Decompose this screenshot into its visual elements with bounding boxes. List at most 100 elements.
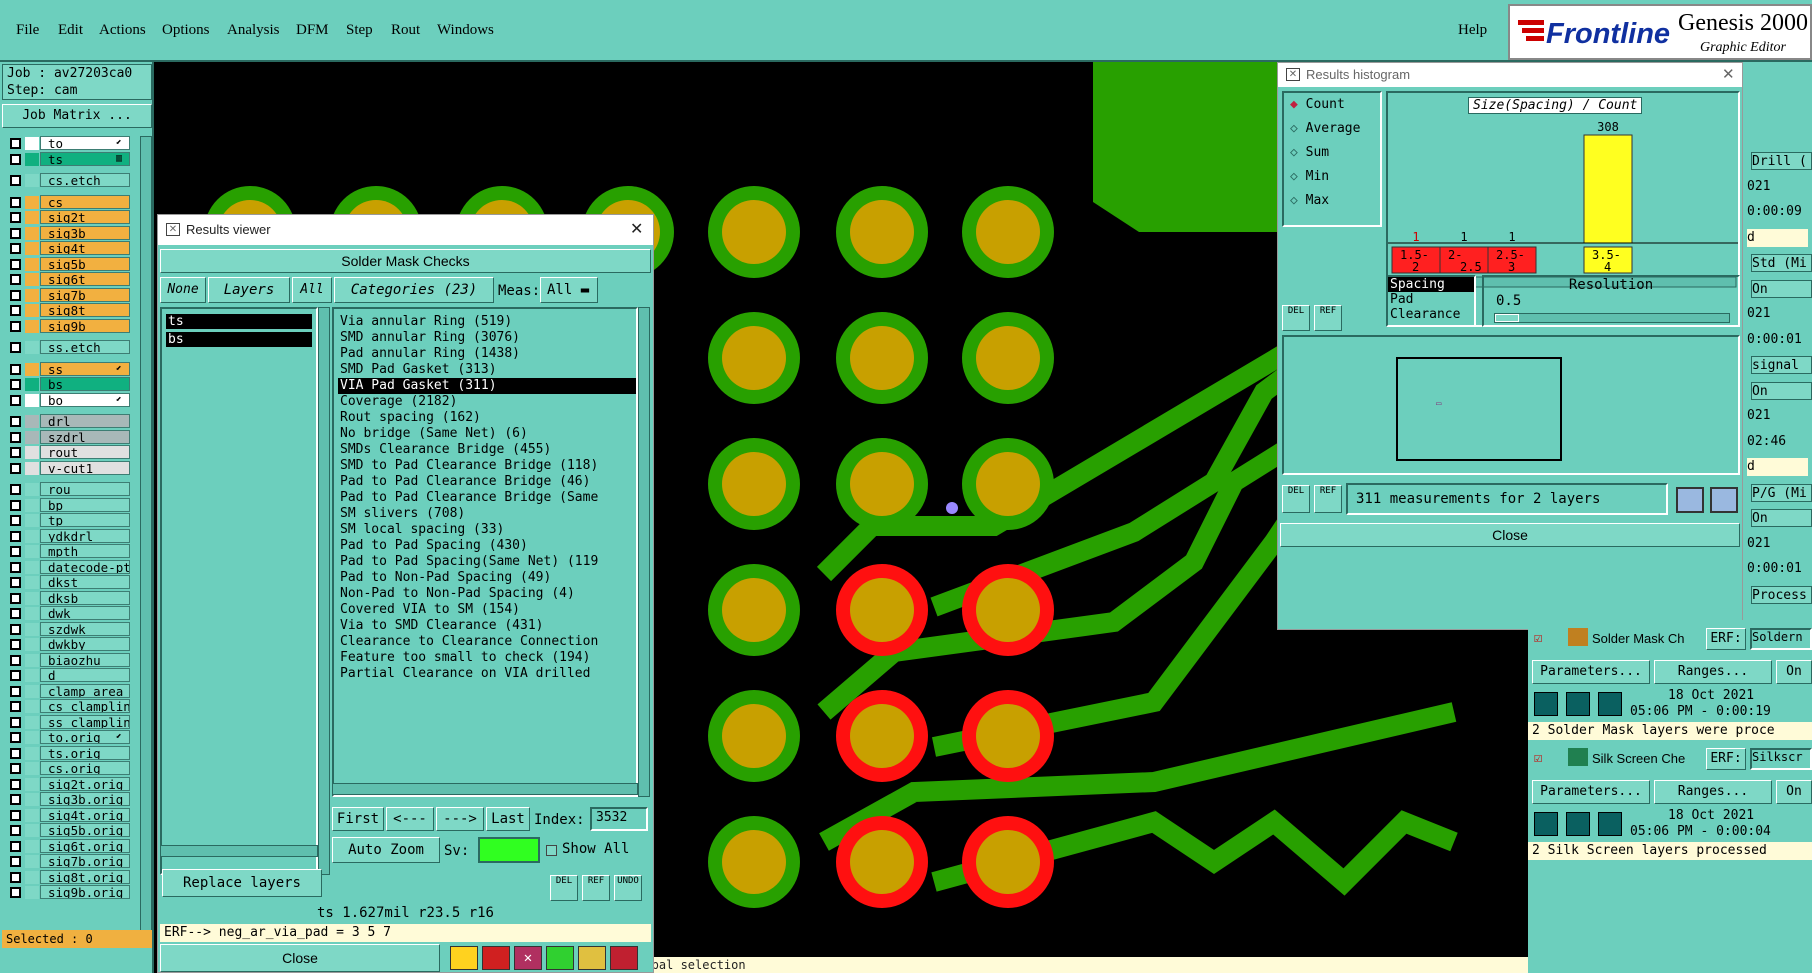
sm-check-icon[interactable]: ☑ [1534,630,1542,646]
layer-color-swatch[interactable] [25,304,39,317]
layer-name[interactable]: sig4t.orig [40,807,130,822]
layer-color-swatch[interactable] [25,622,39,636]
category-item[interactable]: Feature too small to check (194) [338,650,636,666]
checklist-entry[interactable]: On [1751,509,1812,527]
layer-name[interactable]: sig7b [40,287,130,302]
layer-color-swatch[interactable] [25,762,39,775]
layer-checkbox[interactable] [10,654,21,666]
layer-checkbox[interactable] [10,592,21,604]
layer-row[interactable]: drl [6,414,130,429]
sm-erf-value[interactable]: Soldern [1750,628,1812,650]
stop-icon[interactable] [482,946,510,970]
layer-row[interactable]: sig2t [6,210,130,225]
layer-checkbox[interactable] [10,394,21,406]
close-icon[interactable]: ✕ [630,215,643,245]
checklist-entry[interactable]: On [1751,279,1812,298]
layer-name[interactable]: dwkby [40,637,130,651]
layer-name[interactable]: szdrl [40,429,130,444]
checklist-entry[interactable]: P/G (Mi [1751,483,1812,502]
layer-color-swatch[interactable] [25,808,39,822]
layer-name[interactable]: datecode-pt [40,559,130,574]
layer-checkbox[interactable] [10,499,21,511]
layer-row[interactable]: sig7b.orig [6,854,130,869]
layer-checkbox[interactable] [10,484,21,495]
layer-row[interactable]: to ⬋ [6,136,130,151]
layer-color-swatch[interactable] [25,362,39,376]
layer-checkbox[interactable] [10,243,21,254]
layer-checkbox[interactable] [10,639,21,650]
list-icon[interactable] [578,946,606,970]
category-item[interactable]: Pad to Pad Spacing (430) [338,538,636,554]
layer-name[interactable]: cs_clampline [40,699,130,713]
histogram-icon[interactable] [610,946,638,970]
layer-name[interactable]: rou [40,482,130,496]
layer-checkbox[interactable] [10,227,21,239]
ss-on-button[interactable]: On [1776,780,1812,804]
layer-name[interactable]: ss_clampline [40,714,130,729]
report-icon[interactable] [450,946,478,970]
replace-layers-select[interactable]: Replace layers [162,869,322,897]
layer-color-swatch[interactable] [25,886,39,899]
layer-checkbox[interactable] [10,212,21,223]
layer-name[interactable]: mpth [40,544,130,558]
category-item[interactable]: Coverage (2182) [338,394,636,410]
layer-name[interactable]: drl [40,414,130,428]
layer-row[interactable]: rout [6,445,130,460]
layer-color-swatch[interactable] [25,591,39,605]
layer-row[interactable]: ss_clampline [6,714,130,730]
category-item[interactable]: Via to SMD Clearance (431) [338,618,636,634]
menu-rout[interactable]: Rout [391,22,420,39]
layer-color-swatch[interactable] [25,529,39,543]
layer-checkbox[interactable] [10,871,21,883]
layer-row[interactable]: sig8t.orig [6,869,130,885]
layer-name[interactable]: sig5b.orig [40,823,130,837]
layer-name[interactable]: cs.etch [40,173,130,187]
category-item[interactable]: Pad to Pad Clearance Bridge (Same [338,490,636,506]
layer-checkbox[interactable] [10,670,21,681]
undo-icon[interactable]: UNDO [614,875,642,901]
ss-erf-value[interactable]: Silkscr [1750,748,1812,770]
layer-row[interactable]: cs_clampline [6,699,130,714]
hist-ref-icon[interactable]: REF [1314,305,1342,331]
layer-result-bs[interactable]: bs [166,332,312,347]
layer-color-swatch[interactable] [25,483,39,496]
layer-row[interactable]: to.orig ⬋ [6,730,130,745]
radio-icon[interactable]: ◆ [1290,97,1306,112]
layer-name[interactable]: sig3b [40,225,130,240]
checklist-entry[interactable]: Process [1751,585,1812,604]
layer-name[interactable]: sig2t.orig [40,776,130,791]
layer-name[interactable]: d [40,668,130,682]
layer-color-swatch[interactable] [25,378,39,391]
layer-row[interactable]: bs [6,377,130,392]
layer-result-ts[interactable]: ts [166,314,312,329]
next-button[interactable]: ---> [436,807,484,831]
hist-ref-icon-2[interactable]: REF [1314,485,1342,513]
layer-color-swatch[interactable] [25,211,39,224]
layer-color-swatch[interactable] [25,777,39,791]
layer-result-list[interactable]: ts bs [160,307,318,875]
layer-name[interactable]: sig4t [40,241,130,255]
layer-name[interactable]: sig5b [40,256,130,271]
ss-check-icon[interactable]: ☑ [1534,750,1542,766]
prev-button[interactable]: <--- [386,807,434,831]
menu-edit[interactable]: Edit [58,22,83,39]
layer-row[interactable]: sig9b.orig [6,885,130,900]
layer-checkbox[interactable] [10,320,21,332]
layer-color-swatch[interactable] [25,446,39,459]
checklist-entry[interactable]: signal [1751,356,1812,374]
histogram-close-icon[interactable]: ✕ [1722,63,1735,87]
category-item[interactable]: Pad to Pad Clearance Bridge (46) [338,474,636,490]
index-field[interactable]: 3532 [590,807,648,831]
sm-erf-button[interactable]: ERF: [1706,628,1746,650]
layer-row[interactable]: datecode-pt [6,559,130,575]
layer-color-swatch[interactable] [25,341,39,354]
layer-color-swatch[interactable] [25,545,39,558]
stat-option[interactable]: ◇ Average [1284,117,1380,141]
layer-color-swatch[interactable] [25,273,39,286]
layer-row[interactable]: d [6,668,130,683]
measure-clearance[interactable]: Clearance [1388,307,1474,322]
layer-name[interactable]: dkst [40,575,130,589]
layer-color-swatch[interactable] [25,319,39,333]
layer-name[interactable]: v-cut1 [40,460,130,475]
layer-checkbox[interactable] [10,887,21,898]
